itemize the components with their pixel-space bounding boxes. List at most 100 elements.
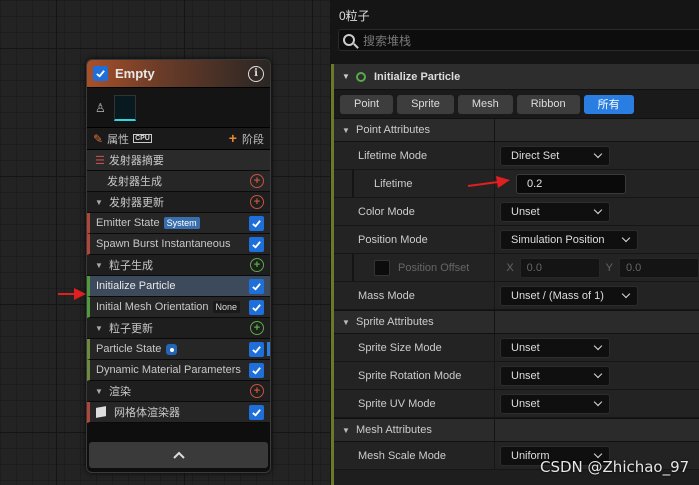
sprite-uv-mode-row: Sprite UV Mode Unset (334, 390, 699, 418)
none-tag: None (212, 301, 241, 313)
add-module-icon[interactable]: + (250, 258, 264, 272)
collapse-triangle-icon[interactable]: ▼ (342, 126, 350, 135)
position-offset-row: Position Offset X 0.0 Y 0.0 (334, 254, 699, 282)
module-enabled-checkbox[interactable] (249, 341, 264, 357)
position-offset-y-input[interactable]: 0.0 (619, 257, 699, 278)
emitter-update-label: 发射器更新 (109, 197, 164, 209)
point-attributes-label: Point Attributes (356, 124, 430, 136)
emitter-node[interactable]: Empty i ♙ ✎ 属性 CPU + 阶段 ☰ 发射器摘要 发射器生成 + … (86, 59, 271, 473)
color-mode-value: Unset (511, 205, 540, 218)
collapse-node-button[interactable] (89, 442, 268, 468)
tab-ribbon[interactable]: Ribbon (516, 94, 580, 114)
tab-all[interactable]: 所有 (583, 94, 634, 114)
mass-mode-row: Mass Mode Unset / (Mass of 1) (334, 282, 699, 310)
emitter-summary-label: 发射器摘要 (108, 155, 164, 167)
emitter-spawn-row[interactable]: 发射器生成 + (87, 171, 270, 192)
list-icon: ☰ (95, 154, 105, 167)
sprite-size-mode-dropdown[interactable]: Unset (500, 337, 610, 358)
chevron-down-icon (593, 369, 603, 379)
module-enabled-checkbox[interactable] (249, 236, 264, 252)
dynamic-material-label: Dynamic Material Parameters (96, 364, 241, 376)
cube-icon (96, 406, 106, 418)
collapse-triangle-icon[interactable]: ▼ (95, 198, 103, 207)
emitter-state-label: Emitter State (96, 217, 160, 229)
emitter-thumbnail[interactable] (113, 94, 136, 121)
position-offset-x-input[interactable]: 0.0 (519, 257, 600, 278)
sprite-size-mode-row: Sprite Size Mode Unset (334, 334, 699, 362)
lifetime-input[interactable]: 0.2 (516, 173, 626, 194)
tab-point[interactable]: Point (340, 94, 394, 114)
emitter-update-row[interactable]: ▼ 发射器更新 + (87, 192, 270, 213)
module-enabled-checkbox[interactable] (249, 362, 264, 378)
search-placeholder: 搜索堆栈 (363, 33, 412, 48)
point-attributes-header[interactable]: ▼ Point Attributes (334, 118, 699, 142)
initial-mesh-orientation-row[interactable]: Initial Mesh Orientation None (87, 297, 270, 318)
collapse-triangle-icon[interactable]: ▼ (95, 261, 103, 270)
collapse-triangle-icon[interactable]: ▼ (95, 387, 103, 396)
collapse-triangle-icon[interactable]: ▼ (342, 72, 350, 81)
system-tag: System (163, 217, 200, 229)
dynamic-material-row[interactable]: Dynamic Material Parameters (87, 360, 270, 381)
mass-mode-dropdown[interactable]: Unset / (Mass of 1) (500, 285, 638, 306)
info-icon[interactable]: i (248, 65, 264, 82)
particle-update-row[interactable]: ▼ 粒子更新 + (87, 318, 270, 339)
add-module-icon[interactable]: + (250, 195, 264, 209)
module-enabled-checkbox[interactable] (249, 215, 264, 231)
particle-spawn-label: 粒子生成 (109, 260, 153, 272)
render-row[interactable]: ▼ 渲染 + (87, 381, 270, 402)
stage-label[interactable]: 阶段 (242, 134, 264, 146)
sprite-rotation-mode-dropdown[interactable]: Unset (500, 365, 610, 386)
section-title: Initialize Particle (374, 70, 461, 83)
mesh-renderer-label: 网格体渲染器 (114, 407, 180, 419)
selection-panel: 0粒子 搜索堆栈 ▼ Initialize Particle Point Spr… (330, 0, 699, 485)
lifetime-mode-row: Lifetime Mode Direct Set (334, 142, 699, 170)
emitter-spawn-label: 发射器生成 (107, 176, 162, 188)
sprite-uv-mode-dropdown[interactable]: Unset (500, 393, 610, 414)
chevron-down-icon (593, 205, 603, 215)
cpu-badge: CPU (133, 134, 152, 143)
emitter-summary-row[interactable]: ☰ 发射器摘要 (87, 150, 270, 171)
module-enabled-checkbox[interactable] (249, 278, 264, 294)
properties-row[interactable]: ✎ 属性 CPU + 阶段 (87, 128, 270, 150)
sprite-attributes-header[interactable]: ▼ Sprite Attributes (334, 310, 699, 334)
position-mode-dropdown[interactable]: Simulation Position (500, 229, 638, 250)
mass-mode-value: Unset / (Mass of 1) (511, 289, 604, 302)
spawn-burst-row[interactable]: Spawn Burst Instantaneous (87, 234, 270, 255)
search-icon (343, 34, 355, 46)
add-module-icon[interactable]: + (250, 174, 264, 188)
module-enabled-checkbox[interactable] (249, 404, 264, 420)
position-offset-checkbox[interactable] (374, 259, 390, 276)
mesh-attributes-label: Mesh Attributes (356, 424, 432, 436)
initialize-particle-row[interactable]: Initialize Particle (87, 276, 270, 297)
collapse-triangle-icon[interactable]: ▼ (342, 426, 350, 435)
tab-sprite[interactable]: Sprite (397, 94, 454, 114)
collapse-triangle-icon[interactable]: ▼ (95, 324, 103, 333)
collapse-triangle-icon[interactable]: ▼ (342, 318, 350, 327)
add-stage-icon[interactable]: + (229, 130, 237, 146)
add-module-icon[interactable]: + (250, 321, 264, 335)
particles-count: 0粒子 (339, 9, 370, 23)
emitter-enabled-checkbox[interactable] (93, 66, 108, 81)
chevron-down-icon (593, 449, 603, 459)
tab-mesh[interactable]: Mesh (457, 94, 513, 114)
particle-spawn-row[interactable]: ▼ 粒子生成 + (87, 255, 270, 276)
emitter-state-row[interactable]: Emitter State System (87, 213, 270, 234)
color-mode-dropdown[interactable]: Unset (500, 201, 610, 222)
search-stack-input[interactable]: 搜索堆栈 (338, 29, 699, 51)
initialize-particle-header[interactable]: ▼ Initialize Particle (334, 64, 699, 90)
mesh-attributes-header[interactable]: ▼ Mesh Attributes (334, 418, 699, 442)
add-renderer-icon[interactable]: + (250, 384, 264, 398)
sprite-size-mode-value: Unset (511, 341, 540, 354)
node-title: Empty (115, 66, 155, 81)
node-header[interactable]: Empty i (87, 60, 270, 88)
module-status-icon (356, 71, 366, 82)
mesh-renderer-row[interactable]: 网格体渲染器 (87, 402, 270, 423)
initialize-particle-label: Initialize Particle (96, 280, 176, 292)
lifetime-mode-dropdown[interactable]: Direct Set (500, 145, 610, 166)
sprite-rotation-mode-value: Unset (511, 369, 540, 382)
chevron-down-icon (621, 233, 631, 243)
module-enabled-checkbox[interactable] (249, 299, 264, 315)
particle-state-row[interactable]: Particle State (87, 339, 270, 360)
selection-edge (267, 342, 270, 356)
position-mode-label: Position Mode (358, 233, 428, 246)
